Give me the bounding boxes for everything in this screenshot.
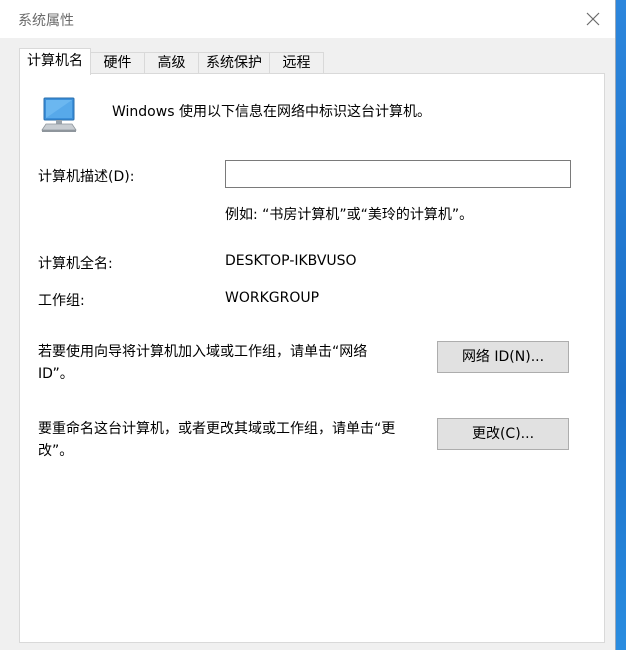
network-id-text: 若要使用向导将计算机加入域或工作组，请单击“网络ID”。 [38,344,368,382]
tab-remote[interactable]: 远程 [269,52,324,74]
desktop-background [616,0,626,650]
tab-computer-name[interactable]: 计算机名 [19,48,91,75]
description-label: 计算机描述(D): [38,169,135,185]
change-text: 要重命名这台计算机，或者更改其域或工作组，请单击“更改”。 [38,421,396,459]
full-name-value: DESKTOP-IKBVUSO [225,253,357,269]
window-title: 系统属性 [18,13,74,29]
change-button[interactable]: 更改(C)... [437,418,569,450]
title-bar: 系统属性 [0,0,615,38]
tab-hardware[interactable]: 硬件 [90,52,145,74]
description-input[interactable] [225,160,571,188]
description-example: 例如: “书房计算机”或“美玲的计算机”。 [225,207,474,223]
workgroup-label: 工作组: [38,293,85,309]
tab-panel-computer-name: Windows 使用以下信息在网络中标识这台计算机。 计算机描述(D): 例如:… [19,73,605,643]
network-id-button[interactable]: 网络 ID(N)... [437,341,569,373]
computer-icon [41,97,77,132]
tab-system-protection[interactable]: 系统保护 [198,52,270,74]
intro-text: Windows 使用以下信息在网络中标识这台计算机。 [112,104,431,120]
workgroup-value: WORKGROUP [225,290,320,306]
tab-advanced[interactable]: 高级 [144,52,199,74]
close-button[interactable] [570,0,616,38]
tab-strip: 计算机名 硬件 高级 系统保护 远程 [19,48,609,75]
close-icon [586,12,600,26]
system-properties-window: 系统属性 计算机名 硬件 高级 系统保护 远程 Windows 使用以下信息在网… [0,0,616,650]
full-name-label: 计算机全名: [38,256,113,272]
